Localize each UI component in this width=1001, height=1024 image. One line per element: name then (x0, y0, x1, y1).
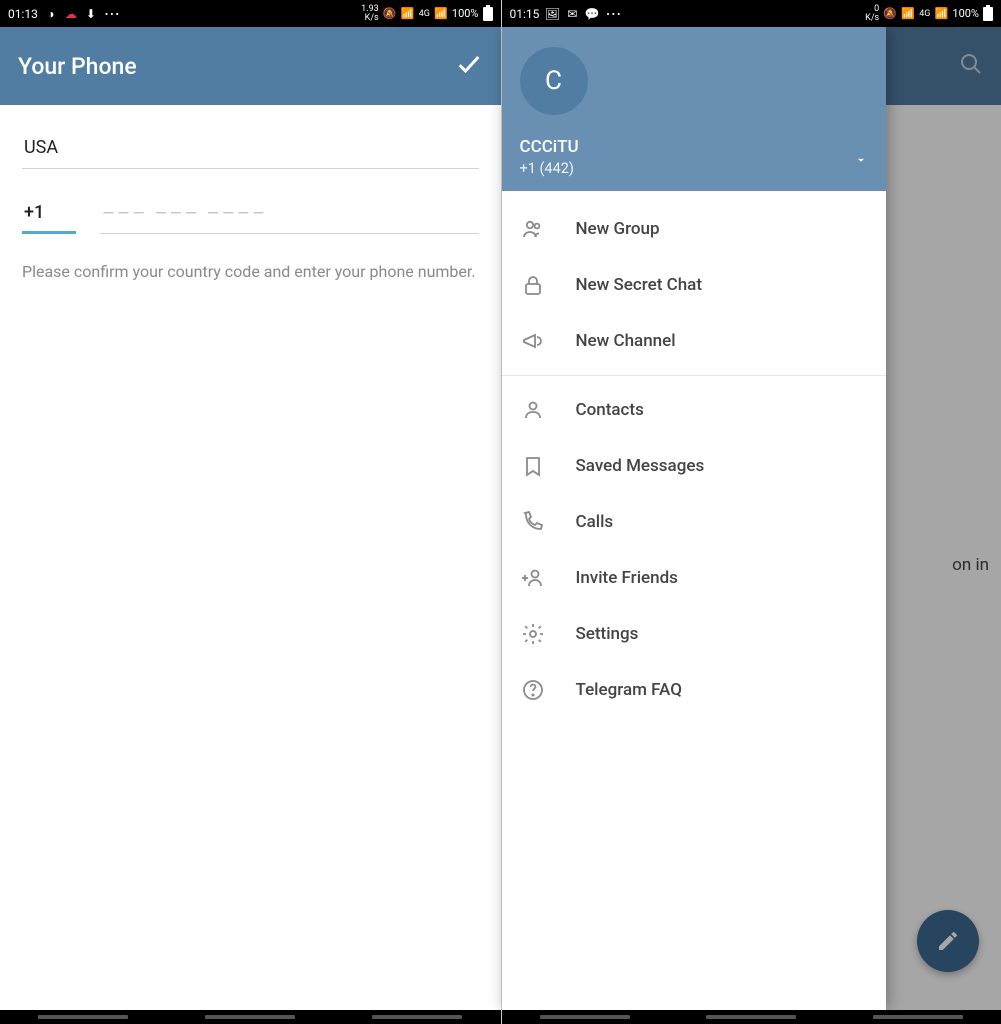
status-bar: 01:15 🖼 ✉ 💬 ⋯ 0 K/s 🔕 📶 4G 📶 100% (502, 0, 1001, 27)
battery-icon (983, 7, 993, 21)
nav-back[interactable] (372, 1015, 462, 1019)
phone-number-input[interactable]: ––– ––– –––– (100, 197, 479, 234)
mail-icon: ✉ (565, 7, 579, 21)
drawer-item-label: Contacts (576, 400, 644, 420)
navigation-drawer: C CCCiTU +1 (442) New Group New Secret C… (502, 27, 886, 1010)
nav-recent[interactable] (540, 1015, 630, 1019)
wifi-icon: 📶 (401, 7, 415, 21)
status-net: 4G (919, 9, 930, 19)
status-battery-pct: 100% (452, 7, 479, 20)
drawer-item-label: New Channel (576, 331, 676, 351)
mute-icon: 🔕 (383, 7, 397, 21)
megaphone-icon (520, 328, 546, 354)
drawer-phone-number: +1 (442) (520, 160, 579, 177)
drawer-item-label: New Group (576, 219, 660, 239)
lock-icon (520, 272, 546, 298)
drawer-item-telegram-faq[interactable]: Telegram FAQ (502, 662, 886, 718)
mute-icon: 🔕 (883, 7, 897, 21)
status-data-rate: 1.93 K/s (361, 5, 379, 23)
drawer-item-contacts[interactable]: Contacts (502, 382, 886, 438)
chat-icon: 💬 (585, 7, 599, 21)
status-time: 01:13 (8, 7, 38, 21)
avatar[interactable]: C (520, 47, 588, 115)
drawer-item-label: Telegram FAQ (576, 680, 682, 700)
page-title: Your Phone (18, 53, 137, 80)
nav-back[interactable] (873, 1015, 963, 1019)
status-app-icon: ☁ (64, 7, 78, 21)
drawer-item-label: Invite Friends (576, 568, 678, 588)
drawer-menu: New Group New Secret Chat New Channel Co… (502, 191, 886, 728)
drawer-header: C CCCiTU +1 (442) (502, 27, 886, 191)
status-more-icon: ⋯ (605, 6, 621, 22)
confirm-button[interactable] (455, 50, 483, 82)
bookmark-icon (520, 453, 546, 479)
battery-icon (483, 7, 493, 21)
status-data-rate: 0 K/s (865, 5, 879, 23)
phone-icon (520, 509, 546, 535)
drawer-item-label: Saved Messages (576, 456, 705, 476)
nav-recent[interactable] (38, 1015, 128, 1019)
help-icon (520, 677, 546, 703)
drawer-item-label: New Secret Chat (576, 275, 703, 295)
phone-screen-drawer: 01:15 🖼 ✉ 💬 ⋯ 0 K/s 🔕 📶 4G 📶 100% on in (501, 0, 1001, 1024)
status-battery-pct: 100% (952, 7, 979, 20)
drawer-item-calls[interactable]: Calls (502, 494, 886, 550)
status-bar: 01:13 ◑ ☁ ⬇ ⋯ 1.93 K/s 🔕 📶 4G 📶 100% (0, 0, 501, 27)
country-field[interactable]: USA (22, 127, 479, 169)
drawer-item-new-secret-chat[interactable]: New Secret Chat (502, 257, 886, 313)
status-net: 4G (419, 9, 430, 19)
drawer-item-label: Calls (576, 512, 614, 532)
android-navbar (502, 1010, 1001, 1024)
status-more-icon: ⋯ (104, 6, 120, 22)
android-navbar (0, 1010, 501, 1024)
app-header: Your Phone (0, 27, 501, 105)
country-code-input[interactable]: +1 (22, 198, 76, 234)
status-app-icon: ⬇ (84, 7, 98, 21)
nav-home[interactable] (205, 1015, 295, 1019)
instruction-text: Please confirm your country code and ent… (22, 260, 479, 283)
status-app-icon: ◑ (44, 7, 58, 21)
account-switch-button[interactable] (854, 152, 868, 171)
login-form: USA +1 ––– ––– –––– Please confirm your … (0, 105, 501, 283)
person-icon (520, 397, 546, 423)
drawer-item-saved-messages[interactable]: Saved Messages (502, 438, 886, 494)
gallery-icon: 🖼 (545, 7, 559, 21)
drawer-username: CCCiTU (520, 137, 579, 157)
signal-icon: 📶 (434, 7, 448, 21)
add-person-icon (520, 565, 546, 591)
nav-home[interactable] (706, 1015, 796, 1019)
phone-screen-login: 01:13 ◑ ☁ ⬇ ⋯ 1.93 K/s 🔕 📶 4G 📶 100% You… (0, 0, 501, 1024)
drawer-item-label: Settings (576, 624, 639, 644)
drawer-separator (502, 375, 886, 376)
drawer-item-settings[interactable]: Settings (502, 606, 886, 662)
drawer-item-new-group[interactable]: New Group (502, 201, 886, 257)
drawer-item-new-channel[interactable]: New Channel (502, 313, 886, 369)
wifi-icon: 📶 (901, 7, 915, 21)
status-time: 01:15 (510, 7, 540, 21)
gear-icon (520, 621, 546, 647)
drawer-item-invite-friends[interactable]: Invite Friends (502, 550, 886, 606)
group-icon (520, 216, 546, 242)
signal-icon: 📶 (934, 7, 948, 21)
